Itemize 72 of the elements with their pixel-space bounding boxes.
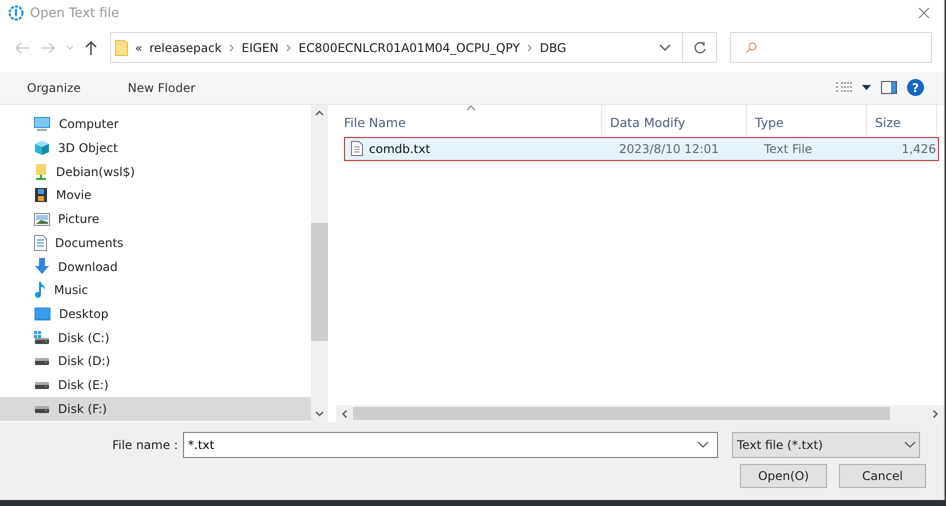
sidebar-item[interactable]: Movie: [0, 184, 311, 208]
sidebar-item[interactable]: Disk (C:): [0, 326, 311, 350]
chevron-down-icon: [66, 44, 74, 51]
window-title: Open Text file: [30, 6, 120, 20]
breadcrumb[interactable]: EC800ECNLCR01A01M04_OCPU_QPY: [298, 40, 520, 55]
refresh-icon: [692, 40, 706, 55]
details-view-icon: [836, 82, 852, 94]
up-arrow-icon: [84, 40, 98, 56]
app-logo-icon: [8, 5, 24, 21]
folder-icon: [115, 40, 128, 56]
column-header[interactable]: Type: [747, 104, 867, 135]
chevron-right-icon: [228, 44, 235, 52]
breadcrumb[interactable]: EIGEN: [242, 40, 279, 55]
column-header[interactable]: Size: [867, 104, 937, 135]
address-bar[interactable]: « releasepack EIGEN EC800ECNLCR01A01M04_OCPU_QPY DBG: [110, 32, 717, 64]
table-cell-text: 1,426: [900, 142, 937, 156]
breadcrumb[interactable]: «: [135, 40, 142, 55]
preview-pane-icon: [881, 81, 897, 94]
sidebar-item[interactable]: Picture: [0, 207, 311, 231]
file-row[interactable]: comdb.txt 2023/8/10 12:01 Text File 1,426: [344, 136, 939, 161]
sort-up-icon: [466, 104, 476, 111]
column-header[interactable]: Data Modify: [602, 104, 747, 135]
sidebar-item[interactable]: Desktop: [0, 302, 311, 326]
back-arrow-icon: [14, 40, 30, 55]
toolbar-button[interactable]: Organize: [27, 80, 81, 95]
caret-down-icon: [862, 85, 871, 90]
chevron-right-icon: [526, 44, 533, 52]
drive-icon: [34, 356, 50, 366]
file-name: comdb.txt: [369, 142, 430, 156]
text-file-icon: [351, 141, 363, 156]
chevron-down-icon: [659, 44, 671, 52]
forward-arrow-icon: [40, 40, 56, 55]
network-folder-icon: [34, 162, 48, 181]
scroll-left-icon: [342, 410, 347, 418]
music-note-icon: [34, 281, 46, 300]
scroll-right-icon: [933, 410, 938, 418]
sidebar-item[interactable]: Debian(wsl$): [0, 160, 311, 184]
filename-field[interactable]: *.txt: [183, 432, 718, 458]
search-icon: [745, 42, 757, 54]
help-button[interactable]: ?: [907, 79, 924, 96]
scrollbar-thumb[interactable]: [311, 222, 328, 341]
sidebar-item[interactable]: Computer: [0, 112, 311, 136]
scrollbar-thumb[interactable]: [353, 407, 890, 420]
sidebar-item[interactable]: Documents: [0, 231, 311, 255]
toolbar-button[interactable]: New Floder: [128, 80, 196, 95]
sidebar-item[interactable]: Disk (E:): [0, 373, 311, 397]
column-header[interactable]: File Name: [336, 104, 602, 135]
breadcrumb[interactable]: DBG: [540, 40, 566, 55]
cancel-button[interactable]: Cancel: [839, 464, 926, 488]
sidebar-item[interactable]: Download: [0, 254, 311, 278]
table-cell-text: 2023/8/10 12:01: [618, 142, 720, 156]
search-field[interactable]: [730, 32, 932, 64]
table-cell-text: Text File: [763, 142, 814, 156]
drive-icon: [34, 380, 50, 390]
download-arrow-icon: [34, 258, 50, 276]
chevron-right-icon: [286, 44, 292, 52]
close-icon: [918, 7, 930, 19]
field-label: File name :: [111, 438, 179, 452]
sidebar-item[interactable]: Disk (D:): [0, 349, 311, 374]
filter-dropdown[interactable]: Text file (*.txt): [732, 432, 920, 458]
drive-icon: [34, 330, 50, 345]
sidebar-item[interactable]: 3D Object: [0, 136, 311, 160]
breadcrumb[interactable]: releasepack: [149, 40, 222, 55]
drive-icon: [34, 404, 50, 414]
image-icon: [34, 212, 50, 226]
monitor-icon: [33, 116, 51, 132]
document-icon: [34, 234, 47, 251]
cube-icon: [34, 140, 50, 156]
sidebar-item[interactable]: Music: [0, 278, 311, 302]
desktop-icon: [34, 306, 51, 321]
open-button[interactable]: Open(O): [740, 464, 827, 488]
sidebar-item[interactable]: Disk (F:): [0, 396, 311, 420]
